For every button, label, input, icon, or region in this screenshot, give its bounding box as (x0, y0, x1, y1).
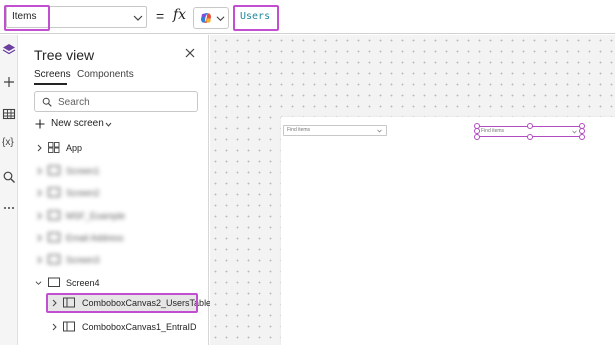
tree-item-screen[interactable]: Screen2 (19, 183, 208, 203)
layers-icon[interactable] (2, 43, 16, 57)
search-placeholder: Search (58, 97, 90, 108)
resize-handle[interactable] (527, 123, 533, 129)
tree-view-title: Tree view (34, 47, 95, 63)
design-canvas[interactable]: Find items Find items (210, 35, 615, 345)
chevron-down-icon (105, 122, 112, 127)
tree-item-screen[interactable]: Screen3 (19, 250, 208, 270)
tree-item-label: MSF_Example (66, 211, 126, 221)
tree-item-screen4[interactable]: Screen4 (19, 273, 208, 293)
tree-item-label: App (66, 143, 83, 153)
property-highlight-box (4, 5, 50, 31)
more-icon[interactable] (2, 201, 16, 215)
screen-icon (48, 232, 60, 242)
tree-view-panel: Tree view Screens Components Search New … (19, 35, 211, 345)
search-icon (42, 97, 52, 107)
chevron-right-icon (37, 189, 42, 197)
formula-highlight-box (233, 5, 279, 31)
chevron-right-icon (52, 323, 57, 331)
resize-handle[interactable] (527, 134, 533, 140)
left-rail: {x} (0, 35, 18, 345)
selected-item-highlight-box (46, 293, 198, 313)
tab-screens[interactable]: Screens (34, 69, 71, 80)
chevron-right-icon (37, 167, 42, 175)
screen-icon (48, 277, 60, 287)
tree-item-label: ComboboxCanvas1_EntraID (82, 322, 197, 332)
screen-icon (48, 165, 60, 175)
tree-item-combobox-entra[interactable]: ComboboxCanvas1_EntraID (19, 317, 208, 337)
chevron-down-icon (35, 281, 42, 285)
variable-icon[interactable]: {x} (2, 137, 16, 151)
tree-item-label: Screen2 (66, 188, 100, 198)
chevron-right-icon (37, 234, 42, 242)
chevron-right-icon (37, 144, 42, 152)
copilot-button[interactable] (193, 7, 229, 29)
tree-item-screen[interactable]: MSF_Example (19, 206, 208, 226)
close-icon[interactable] (185, 48, 195, 58)
app-icon (48, 142, 60, 153)
tab-components[interactable]: Components (77, 69, 134, 80)
combobox-icon (63, 321, 75, 332)
screen-artboard[interactable]: Find items Find items (281, 117, 615, 345)
equals-sign: = (156, 8, 165, 24)
tree-item-label: Email Address (66, 233, 124, 243)
chevron-down-icon (377, 129, 382, 133)
formula-bar: Items = fx Users (0, 0, 615, 34)
plus-icon (35, 119, 45, 129)
fx-icon: fx (173, 7, 187, 23)
combobox-placeholder: Find items (481, 128, 505, 134)
tree-item-label: Screen4 (66, 278, 100, 288)
resize-handle[interactable] (474, 134, 480, 140)
new-screen-label: New screen (51, 118, 104, 129)
screen-icon (48, 187, 60, 197)
combobox-entra-id[interactable]: Find items (283, 125, 387, 136)
tree-item-screen[interactable]: Email Address (19, 228, 208, 248)
search-input[interactable]: Search (34, 91, 198, 112)
chevron-down-icon (133, 15, 143, 21)
screen-icon (48, 210, 60, 220)
table-icon[interactable] (2, 107, 16, 121)
search-icon[interactable] (2, 170, 16, 184)
chevron-down-icon (216, 16, 225, 22)
copilot-icon (201, 13, 211, 23)
combobox-placeholder: Find items (287, 127, 311, 133)
tree-item-label: Screen3 (66, 255, 100, 265)
active-tab-indicator (34, 83, 67, 85)
resize-handle[interactable] (579, 134, 585, 140)
screen-icon (48, 254, 60, 264)
tree-item-screen[interactable]: Screen1 (19, 161, 208, 181)
chevron-down-icon (572, 130, 577, 134)
chevron-right-icon (37, 256, 42, 264)
tree-item-label: Screen1 (66, 166, 100, 176)
tree-item-app[interactable]: App (19, 138, 208, 158)
chevron-right-icon (37, 212, 42, 220)
plus-icon[interactable] (2, 75, 16, 89)
formula-input[interactable]: Users (237, 6, 607, 28)
